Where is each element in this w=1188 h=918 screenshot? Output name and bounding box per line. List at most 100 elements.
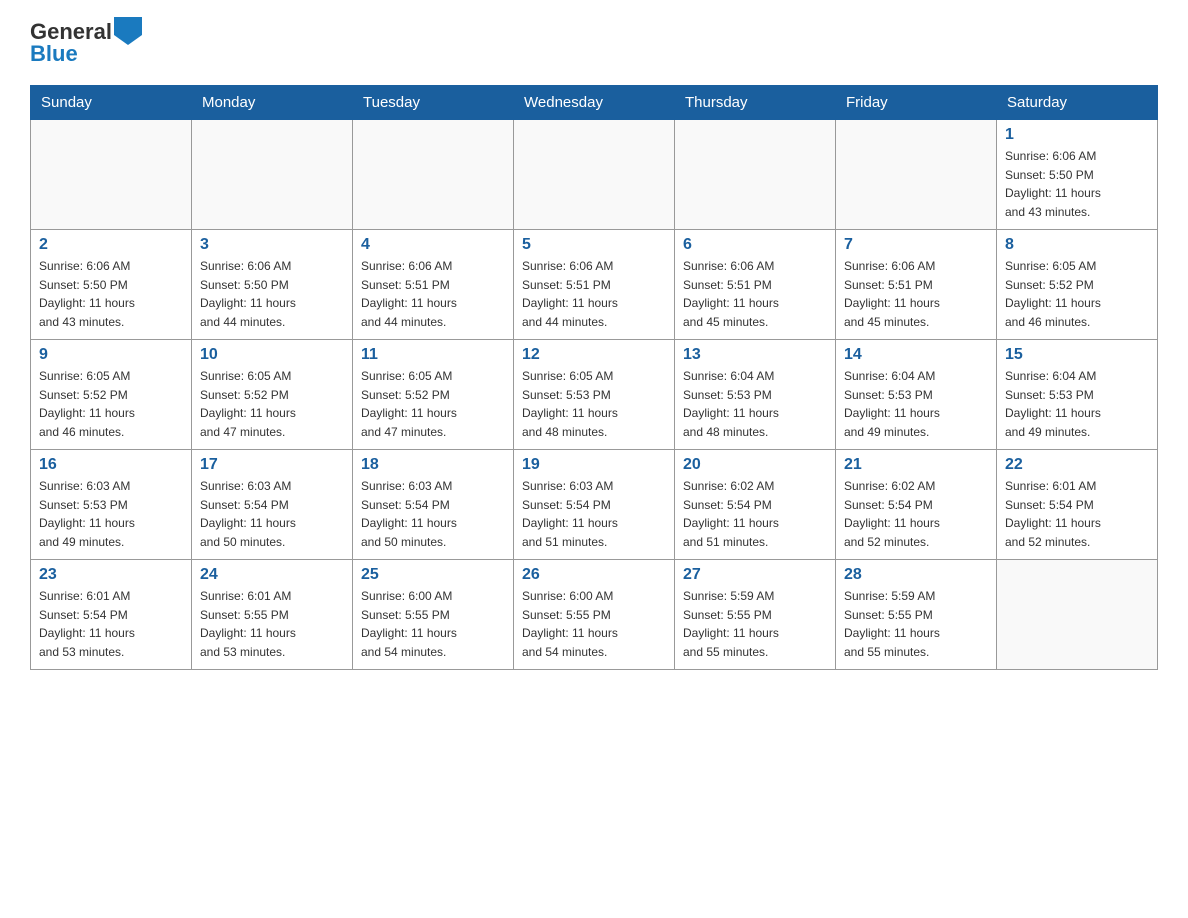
day-info: Sunrise: 6:06 AM Sunset: 5:51 PM Dayligh…	[844, 257, 988, 331]
calendar-cell: 6 Sunrise: 6:06 AM Sunset: 5:51 PM Daylig…	[675, 230, 836, 340]
day-number: 28	[844, 566, 988, 584]
calendar-cell: 4 Sunrise: 6:06 AM Sunset: 5:51 PM Daylig…	[353, 230, 514, 340]
calendar-cell: 14 Sunrise: 6:04 AM Sunset: 5:53 PM Dayli…	[836, 340, 997, 450]
day-number: 10	[200, 346, 344, 364]
day-number: 17	[200, 456, 344, 474]
calendar-cell	[675, 120, 836, 230]
calendar-cell: 10 Sunrise: 6:05 AM Sunset: 5:52 PM Dayli…	[192, 340, 353, 450]
calendar-cell: 16 Sunrise: 6:03 AM Sunset: 5:53 PM Dayli…	[31, 450, 192, 560]
day-number: 8	[1005, 236, 1149, 254]
day-info: Sunrise: 6:06 AM Sunset: 5:50 PM Dayligh…	[39, 257, 183, 331]
week-row-5: 23Sunrise: 6:01 AM Sunset: 5:54 PM Dayli…	[31, 560, 1158, 670]
day-info: Sunrise: 6:03 AM Sunset: 5:54 PM Dayligh…	[522, 477, 666, 551]
calendar-cell: 9 Sunrise: 6:05 AM Sunset: 5:52 PM Daylig…	[31, 340, 192, 450]
calendar-cell: 19 Sunrise: 6:03 AM Sunset: 5:54 PM Dayli…	[514, 450, 675, 560]
calendar-cell: 3 Sunrise: 6:06 AM Sunset: 5:50 PM Daylig…	[192, 230, 353, 340]
day-info: Sunrise: 6:03 AM Sunset: 5:54 PM Dayligh…	[361, 477, 505, 551]
calendar-cell: 8 Sunrise: 6:05 AM Sunset: 5:52 PM Daylig…	[997, 230, 1158, 340]
day-info: Sunrise: 5:59 AM Sunset: 5:55 PM Dayligh…	[844, 587, 988, 661]
logo: General Blue	[30, 20, 142, 67]
day-info: Sunrise: 6:02 AM Sunset: 5:54 PM Dayligh…	[844, 477, 988, 551]
calendar-cell: 11 Sunrise: 6:05 AM Sunset: 5:52 PM Dayli…	[353, 340, 514, 450]
calendar-cell: 24 Sunrise: 6:01 AM Sunset: 5:55 PM Dayli…	[192, 560, 353, 670]
day-info: Sunrise: 6:01 AM Sunset: 5:55 PM Dayligh…	[200, 587, 344, 661]
day-info: Sunrise: 6:06 AM Sunset: 5:51 PM Dayligh…	[361, 257, 505, 331]
weekday-header-row: SundayMondayTuesdayWednesdayThursdayFrid…	[31, 86, 1158, 120]
calendar-cell: 27 Sunrise: 5:59 AM Sunset: 5:55 PM Dayli…	[675, 560, 836, 670]
day-info: Sunrise: 6:06 AM Sunset: 5:50 PM Dayligh…	[1005, 147, 1149, 221]
weekday-header-monday: Monday	[192, 86, 353, 120]
calendar-cell: 22 Sunrise: 6:01 AM Sunset: 5:54 PM Dayli…	[997, 450, 1158, 560]
calendar-cell: 2 Sunrise: 6:06 AM Sunset: 5:50 PM Daylig…	[31, 230, 192, 340]
day-number: 4	[361, 236, 505, 254]
day-number: 1	[1005, 126, 1149, 144]
calendar-table: SundayMondayTuesdayWednesdayThursdayFrid…	[30, 85, 1158, 670]
day-number: 24	[200, 566, 344, 584]
week-row-2: 2 Sunrise: 6:06 AM Sunset: 5:50 PM Daylig…	[31, 230, 1158, 340]
page-header: General Blue	[30, 20, 1158, 67]
day-info: Sunrise: 6:05 AM Sunset: 5:52 PM Dayligh…	[200, 367, 344, 441]
day-number: 3	[200, 236, 344, 254]
calendar-cell: 26 Sunrise: 6:00 AM Sunset: 5:55 PM Dayli…	[514, 560, 675, 670]
calendar-cell: 1 Sunrise: 6:06 AM Sunset: 5:50 PM Daylig…	[997, 120, 1158, 230]
calendar-cell: 21 Sunrise: 6:02 AM Sunset: 5:54 PM Dayli…	[836, 450, 997, 560]
calendar-cell	[836, 120, 997, 230]
day-info: Sunrise: 6:05 AM Sunset: 5:52 PM Dayligh…	[1005, 257, 1149, 331]
day-number: 9	[39, 346, 183, 364]
weekday-header-saturday: Saturday	[997, 86, 1158, 120]
day-info: Sunrise: 6:04 AM Sunset: 5:53 PM Dayligh…	[844, 367, 988, 441]
day-info: Sunrise: 6:03 AM Sunset: 5:54 PM Dayligh…	[200, 477, 344, 551]
day-info: Sunrise: 6:04 AM Sunset: 5:53 PM Dayligh…	[683, 367, 827, 441]
day-number: 2	[39, 236, 183, 254]
day-number: 22	[1005, 456, 1149, 474]
calendar-cell	[192, 120, 353, 230]
day-info: Sunrise: 6:05 AM Sunset: 5:53 PM Dayligh…	[522, 367, 666, 441]
day-number: 15	[1005, 346, 1149, 364]
day-info: Sunrise: 6:05 AM Sunset: 5:52 PM Dayligh…	[39, 367, 183, 441]
day-number: 16	[39, 456, 183, 474]
calendar-cell	[353, 120, 514, 230]
calendar-cell: 12 Sunrise: 6:05 AM Sunset: 5:53 PM Dayli…	[514, 340, 675, 450]
day-info: Sunrise: 6:06 AM Sunset: 5:51 PM Dayligh…	[522, 257, 666, 331]
day-info: Sunrise: 6:03 AM Sunset: 5:53 PM Dayligh…	[39, 477, 183, 551]
calendar-cell: 15 Sunrise: 6:04 AM Sunset: 5:53 PM Dayli…	[997, 340, 1158, 450]
day-number: 25	[361, 566, 505, 584]
calendar-cell	[31, 120, 192, 230]
day-number: 14	[844, 346, 988, 364]
weekday-header-sunday: Sunday	[31, 86, 192, 120]
calendar-cell: 7 Sunrise: 6:06 AM Sunset: 5:51 PM Daylig…	[836, 230, 997, 340]
day-info: Sunrise: 6:06 AM Sunset: 5:51 PM Dayligh…	[683, 257, 827, 331]
calendar-cell	[997, 560, 1158, 670]
day-info: Sunrise: 6:00 AM Sunset: 5:55 PM Dayligh…	[522, 587, 666, 661]
week-row-3: 9 Sunrise: 6:05 AM Sunset: 5:52 PM Daylig…	[31, 340, 1158, 450]
day-info: Sunrise: 6:06 AM Sunset: 5:50 PM Dayligh…	[200, 257, 344, 331]
day-number: 5	[522, 236, 666, 254]
day-number: 6	[683, 236, 827, 254]
calendar-cell: 20 Sunrise: 6:02 AM Sunset: 5:54 PM Dayli…	[675, 450, 836, 560]
calendar-cell: 18 Sunrise: 6:03 AM Sunset: 5:54 PM Dayli…	[353, 450, 514, 560]
day-number: 11	[361, 346, 505, 364]
day-number: 26	[522, 566, 666, 584]
day-number: 21	[844, 456, 988, 474]
day-number: 7	[844, 236, 988, 254]
calendar-cell: 28 Sunrise: 5:59 AM Sunset: 5:55 PM Dayli…	[836, 560, 997, 670]
day-number: 19	[522, 456, 666, 474]
day-number: 23	[39, 566, 183, 584]
weekday-header-tuesday: Tuesday	[353, 86, 514, 120]
calendar-cell: 17 Sunrise: 6:03 AM Sunset: 5:54 PM Dayli…	[192, 450, 353, 560]
calendar-cell: 5 Sunrise: 6:06 AM Sunset: 5:51 PM Daylig…	[514, 230, 675, 340]
day-info: Sunrise: 6:05 AM Sunset: 5:52 PM Dayligh…	[361, 367, 505, 441]
day-number: 13	[683, 346, 827, 364]
day-info: Sunrise: 6:04 AM Sunset: 5:53 PM Dayligh…	[1005, 367, 1149, 441]
day-info: Sunrise: 5:59 AM Sunset: 5:55 PM Dayligh…	[683, 587, 827, 661]
week-row-4: 16 Sunrise: 6:03 AM Sunset: 5:53 PM Dayli…	[31, 450, 1158, 560]
day-number: 20	[683, 456, 827, 474]
day-number: 27	[683, 566, 827, 584]
weekday-header-wednesday: Wednesday	[514, 86, 675, 120]
day-info: Sunrise: 6:01 AM Sunset: 5:54 PM Dayligh…	[1005, 477, 1149, 551]
day-number: 18	[361, 456, 505, 474]
calendar-cell	[514, 120, 675, 230]
day-number: 12	[522, 346, 666, 364]
week-row-1: 1 Sunrise: 6:06 AM Sunset: 5:50 PM Daylig…	[31, 120, 1158, 230]
day-info: Sunrise: 6:02 AM Sunset: 5:54 PM Dayligh…	[683, 477, 827, 551]
